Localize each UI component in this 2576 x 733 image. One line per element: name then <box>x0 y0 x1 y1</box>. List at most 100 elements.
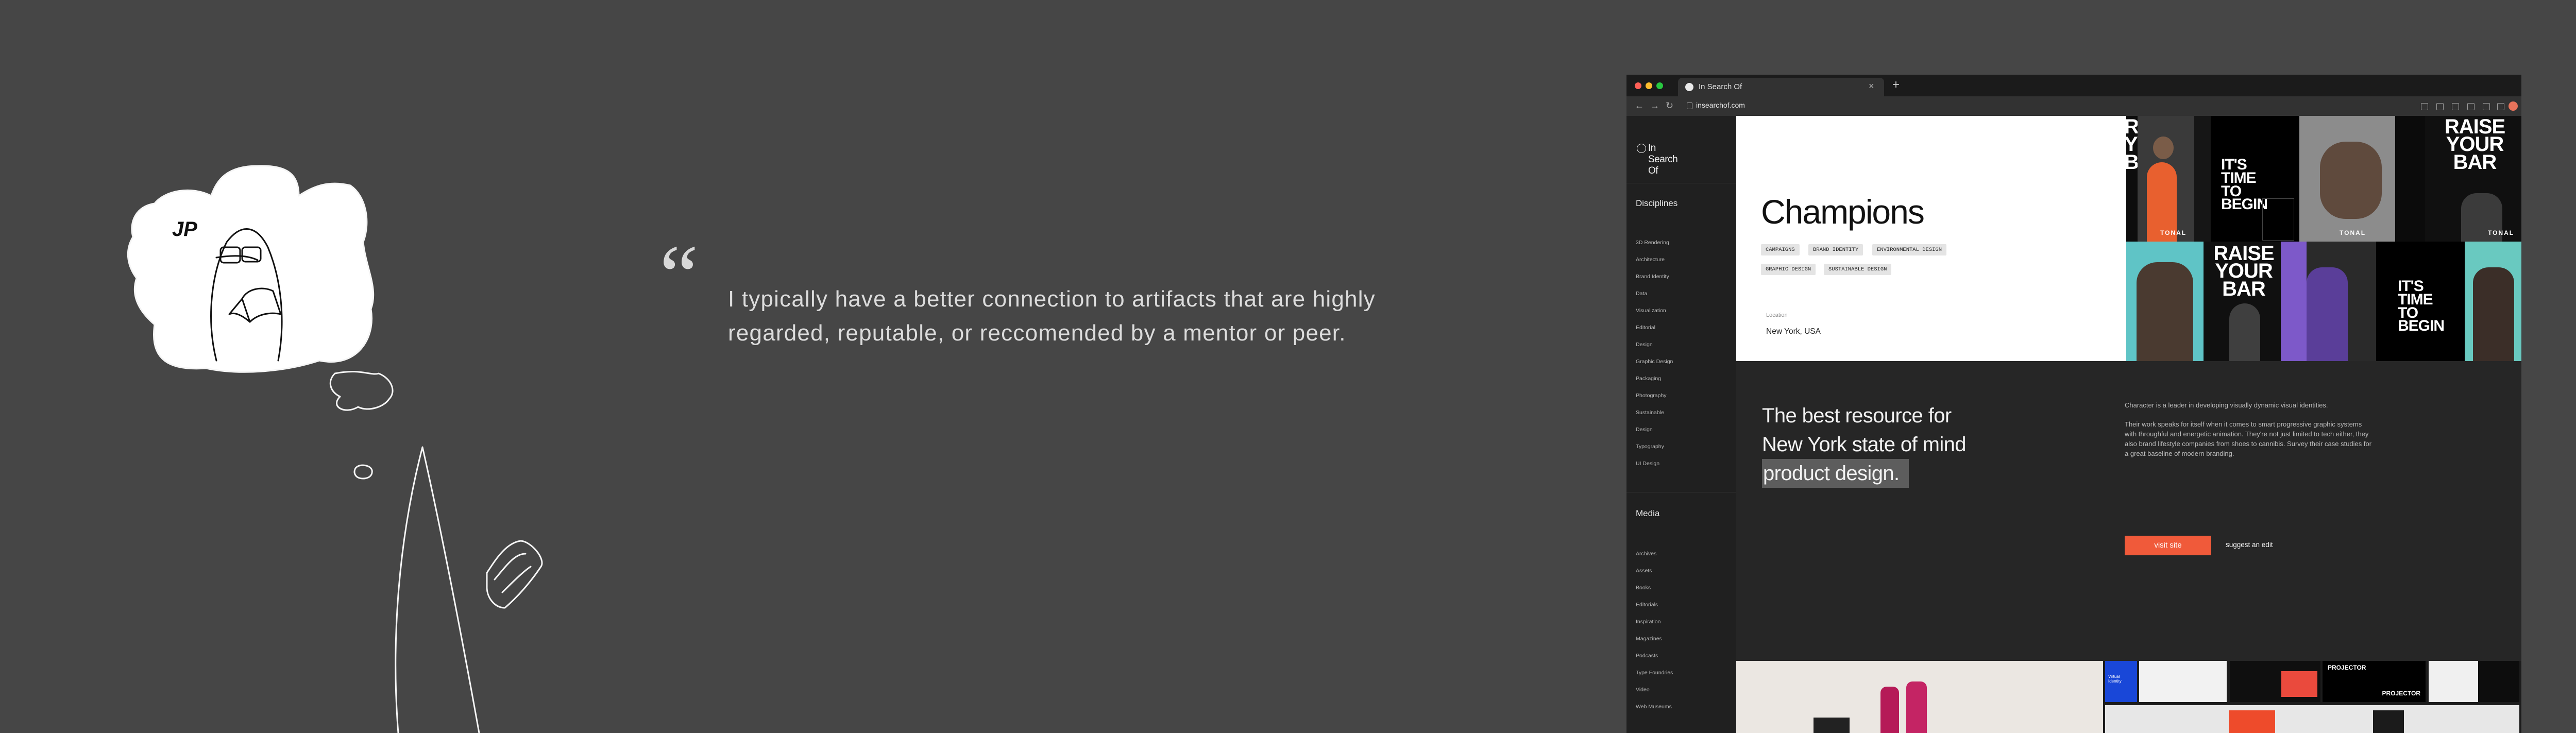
poster-athlete-4 <box>2281 242 2376 361</box>
tag-brand-identity[interactable]: BRAND IDENTITY <box>1808 244 1863 255</box>
forward-icon[interactable]: → <box>1650 100 1659 111</box>
tag-graphic-design[interactable]: GRAPHIC DESIGN <box>1761 264 1816 275</box>
minimize-window-button[interactable] <box>1646 82 1652 89</box>
sidebar-discipline-item[interactable]: Data <box>1636 291 1647 297</box>
sidebar-discipline-item[interactable]: Design <box>1636 342 1653 348</box>
page-title: Champions <box>1761 193 1925 231</box>
sidebar-media-item[interactable]: Type Foundries <box>1636 670 1673 676</box>
sidebar-discipline-item[interactable]: Architecture <box>1636 257 1665 263</box>
description-body: Their work speaks for itself when it com… <box>2125 420 2372 457</box>
sidebar-media-item[interactable]: Podcasts <box>1636 653 1658 659</box>
thumb-dark-block <box>2373 710 2404 733</box>
poster-athlete-1: TONAL <box>2138 116 2194 242</box>
sidebar-discipline-item[interactable]: Packaging <box>1636 376 1661 382</box>
thumb-light-ui[interactable] <box>2429 661 2519 702</box>
maximize-window-button[interactable] <box>1656 82 1663 89</box>
accent-block <box>2281 242 2307 361</box>
tagline-line-1: The best resource for <box>1762 404 1952 427</box>
poster-time-text: IT'S TIME TO BEGIN <box>2221 156 2268 213</box>
visit-site-button[interactable]: visit site <box>2125 536 2211 555</box>
athlete-shape <box>2473 267 2514 361</box>
thumb-dark-ui[interactable] <box>2230 661 2320 702</box>
site-sidebar: In Search Of Disciplines 3D Rendering Arc… <box>1626 116 1736 733</box>
back-icon[interactable]: ← <box>1635 100 1644 111</box>
sidebar-discipline-item[interactable]: Typography <box>1636 444 1664 450</box>
tag-environmental-design[interactable]: ENVIRONMENTAL DESIGN <box>1872 244 1947 255</box>
browser-titlebar: In Search Of × + <box>1626 75 2521 96</box>
sidebar-media-item[interactable]: Web Museums <box>1636 704 1672 710</box>
poster-time-text: IT'S TIME TO BEGIN <box>2398 278 2445 335</box>
info-band: The best resource for New York state of … <box>1736 361 2521 661</box>
thumb-virtual-identity-site[interactable] <box>2139 661 2227 702</box>
sidebar-media-item[interactable]: Archives <box>1636 551 1656 557</box>
tag-sustainable-design[interactable]: SUSTAINABLE DESIGN <box>1824 264 1892 275</box>
sidebar-discipline-item[interactable]: Photography <box>1636 393 1667 399</box>
poster-raise-text: RAISE YOUR BAR <box>2213 242 2274 300</box>
thinking-figure-illustration: JP <box>127 165 543 733</box>
logo-icon <box>1637 144 1646 153</box>
close-window-button[interactable] <box>1635 82 1641 89</box>
tagline: The best resource for New York state of … <box>1762 401 1967 488</box>
sidebar-media-item[interactable]: Books <box>1636 585 1651 591</box>
browser-toolbar: ← → ↻ insearchof.com <box>1626 96 2521 116</box>
sidebar-media-item[interactable]: Magazines <box>1636 636 1662 642</box>
campaign-gallery[interactable]: RAISE YOUR BAR TONAL IT'S TIME TO BEGIN … <box>2126 116 2521 361</box>
address-bar[interactable]: insearchof.com <box>1696 101 1745 109</box>
browser-tab[interactable]: In Search Of × <box>1678 78 1884 96</box>
poster-strip <box>2194 116 2211 242</box>
profile-avatar[interactable] <box>2509 101 2518 111</box>
thumb-virtual-identity[interactable]: Virtual Identity <box>2105 661 2137 702</box>
description: Character is a leader in developing visu… <box>2125 400 2372 468</box>
poster-athlete-5 <box>2465 242 2521 361</box>
sidebar-media-item[interactable]: Video <box>1636 687 1650 693</box>
thumb-projector[interactable]: PROJECTOR PROJECTOR <box>2323 661 2426 702</box>
quote-mark: “ <box>659 227 699 324</box>
puzzle-icon[interactable] <box>2467 103 2475 110</box>
hero-panel: Champions CAMPAIGNS BRAND IDENTITY ENVIR… <box>1736 116 2126 361</box>
thumb-accent <box>2281 671 2317 697</box>
extension-icon[interactable] <box>2452 103 2459 110</box>
sidebar-media-item[interactable]: Inspiration <box>1636 619 1660 625</box>
lock-icon <box>1687 103 1692 109</box>
poster-raise-your-bar-1: RAISE YOUR BAR TONAL <box>2425 116 2521 242</box>
sidebar-discipline-item[interactable]: Brand Identity <box>1636 274 1669 280</box>
quote-text: I typically have a better connection to … <box>728 282 1439 350</box>
tab-close-icon[interactable]: × <box>1869 81 1874 92</box>
poster-athlete-2: TONAL <box>2299 116 2395 242</box>
share-icon[interactable] <box>2421 103 2428 110</box>
new-tab-button[interactable]: + <box>1892 78 1900 92</box>
sidebar-media-item[interactable]: Assets <box>1636 568 1652 574</box>
poster-raise-text: RAISE YOUR BAR <box>2444 116 2505 174</box>
sidebar-media-item[interactable]: Editorials <box>1636 602 1658 608</box>
sidebar-discipline-item[interactable]: Graphic Design <box>1636 359 1673 365</box>
product-photo[interactable] <box>1736 661 2103 733</box>
sidebar-discipline-item[interactable]: UI Design <box>1636 461 1659 467</box>
poster-frame <box>2262 198 2294 241</box>
suggest-edit-link[interactable]: suggest an edit <box>2226 541 2273 549</box>
bookmark-icon[interactable] <box>2436 103 2444 110</box>
quote-line-2: regarded, reputable, or reccomended by a… <box>728 320 1346 346</box>
reload-icon[interactable]: ↻ <box>1666 100 1673 111</box>
poster-time-to-begin-2: IT'S TIME TO BEGIN <box>2376 242 2465 361</box>
thumb-label: Virtual Identity <box>2108 674 2122 684</box>
sidebar-discipline-item[interactable]: Editorial <box>1636 325 1655 331</box>
athlete-shape <box>2137 262 2193 361</box>
next-entries: Virtual Identity PROJECTOR PROJECTOR <box>1736 661 2521 733</box>
sidebar-icon[interactable] <box>2483 103 2490 110</box>
tag-campaigns[interactable]: CAMPAIGNS <box>1761 244 1800 255</box>
bottle-shape <box>1814 718 1850 733</box>
location-value: New York, USA <box>1766 327 1821 336</box>
poster-raise-edge: RAISE YOUR BAR <box>2126 116 2138 242</box>
badge-jp: JP <box>172 218 197 241</box>
thumb-row-2[interactable] <box>2105 705 2519 733</box>
sidebar-discipline-item[interactable]: Visualization <box>1636 308 1666 314</box>
thumb-dark-block <box>2478 661 2519 702</box>
description-lead: Character is a leader in developing visu… <box>2125 401 2328 409</box>
poster-raise-your-bar-2: RAISE YOUR BAR <box>2204 242 2281 361</box>
tagline-line-2: New York state of mind <box>1762 433 1967 456</box>
sidebar-discipline-item[interactable]: 3D Rendering <box>1636 240 1669 246</box>
sidebar-discipline-item[interactable]: Design <box>1636 427 1653 433</box>
reading-list-icon[interactable] <box>2497 103 2504 110</box>
poster-raise-text: RAISE YOUR BAR <box>2126 116 2138 174</box>
sidebar-discipline-item[interactable]: Sustainable <box>1636 410 1664 416</box>
